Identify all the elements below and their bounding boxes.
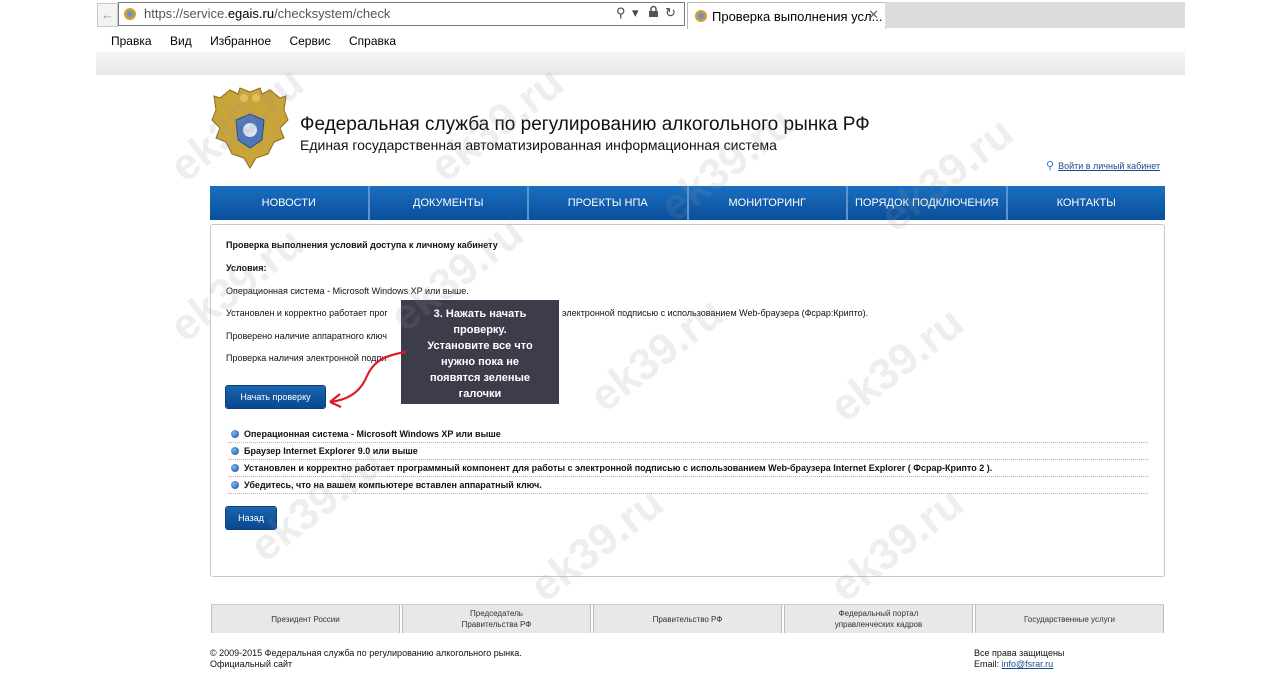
back-arrow-icon[interactable]: ← [97,3,118,27]
status-dot-icon [231,464,239,472]
menu-view[interactable]: Вид [163,30,199,52]
nav-item-monitoring[interactable]: МОНИТОРИНГ [689,186,848,220]
menu-bar: Правка Вид Избранное Сервис Справка [96,30,403,52]
start-check-button[interactable]: Начать проверку [226,386,325,408]
check-row-label: Операционная система - Microsoft Windows… [244,429,501,439]
footer-link-president[interactable]: Президент России [211,605,400,633]
check-row: Убедитесь, что на вашем компьютере встав… [228,479,1148,494]
lock-icon[interactable] [648,5,659,21]
rights-block: Все права защищены Email: info@fsrar.ru [974,648,1064,670]
email-label: Email: [974,659,1002,669]
watermark: ek39.ru [870,107,1023,242]
nav-item-news[interactable]: НОВОСТИ [210,186,370,220]
site-favicon-icon [124,8,136,20]
nav-item-draft-acts[interactable]: ПРОЕКТЫ НПА [529,186,689,220]
tab-favicon-icon [695,10,707,22]
address-url[interactable]: https://service.egais.ru/checksystem/che… [144,6,390,21]
check-row: Операционная система - Microsoft Windows… [228,428,1148,443]
close-icon[interactable]: ✕ [868,7,879,23]
menubar-background [96,52,1185,75]
main-nav: НОВОСТИ ДОКУМЕНТЫ ПРОЕКТЫ НПА МОНИТОРИНГ… [210,186,1165,220]
condition-os: Операционная система - Microsoft Windows… [226,286,469,296]
menu-help[interactable]: Справка [342,30,403,52]
menu-edit[interactable]: Правка [96,30,159,52]
copyright-line: © 2009-2015 Федеральная служба по регули… [210,648,522,658]
address-bar[interactable]: https://service.egais.ru/checksystem/che… [118,2,685,26]
footer-link-government[interactable]: Правительство РФ [593,605,782,633]
back-button[interactable]: Назад [226,507,276,529]
nav-item-contacts[interactable]: КОНТАКТЫ [1008,186,1166,220]
condition-crypto-end: электронной подписью с использованием We… [562,308,869,318]
login-link-label[interactable]: Войти в личный кабинет [1058,161,1160,171]
callout-line: 3. Нажать начать [433,308,527,320]
search-icon[interactable]: ⚲ [616,5,626,21]
check-row-label: Установлен и корректно работает программ… [244,463,993,473]
dropdown-icon[interactable]: ▾ [632,5,639,21]
menu-tools[interactable]: Сервис [282,30,337,52]
status-dot-icon [231,447,239,455]
footer-link-gov-services[interactable]: Государственные услуги [975,605,1164,633]
red-arrow-icon [329,350,407,409]
email-link[interactable]: info@fsrar.ru [1002,659,1054,669]
copyright: © 2009-2015 Федеральная служба по регули… [210,648,522,670]
check-row: Установлен и корректно работает программ… [228,462,1148,477]
tab-strip [885,2,1185,28]
site-subtitle: Единая государственная автоматизированна… [300,137,777,153]
check-row-label: Убедитесь, что на вашем компьютере встав… [244,480,542,490]
footer-links: Президент России Председатель Правительс… [211,604,1164,633]
rights-text: Все права защищены [974,648,1065,658]
copyright-line: Официальный сайт [210,659,293,669]
menu-favorites[interactable]: Избранное [203,30,278,52]
nav-item-connection[interactable]: ПОРЯДОК ПОДКЛЮЧЕНИЯ [848,186,1008,220]
callout-line: проверку. [453,324,507,336]
nav-item-documents[interactable]: ДОКУМЕНТЫ [370,186,529,220]
login-link[interactable]: ⚲ Войти в личный кабинет [1046,159,1160,172]
condition-crypto-start: Установлен и корректно работает прог [226,308,388,318]
tab-title: Проверка выполнения усл... [712,9,883,24]
status-dot-icon [231,430,239,438]
footer-link-personnel-portal[interactable]: Федеральный портал управленческих кадров [784,605,973,633]
refresh-icon[interactable]: ↻ [665,5,676,21]
key-icon: ⚲ [1046,160,1055,172]
check-row: Браузер Internet Explorer 9.0 или выше [228,445,1148,460]
browser-tab[interactable]: Проверка выполнения усл... ✕ [687,2,886,29]
coat-of-arms-emblem-icon [211,87,289,169]
check-row-label: Браузер Internet Explorer 9.0 или выше [244,446,418,456]
conditions-label: Условия: [226,263,267,273]
footer-link-chairman[interactable]: Председатель Правительства РФ [402,605,591,633]
condition-hardware-key: Проверено наличие аппаратного ключ [226,331,387,341]
status-dot-icon [231,481,239,489]
page-heading: Проверка выполнения условий доступа к ли… [226,240,498,250]
site-title: Федеральная служба по регулированию алко… [300,114,870,135]
